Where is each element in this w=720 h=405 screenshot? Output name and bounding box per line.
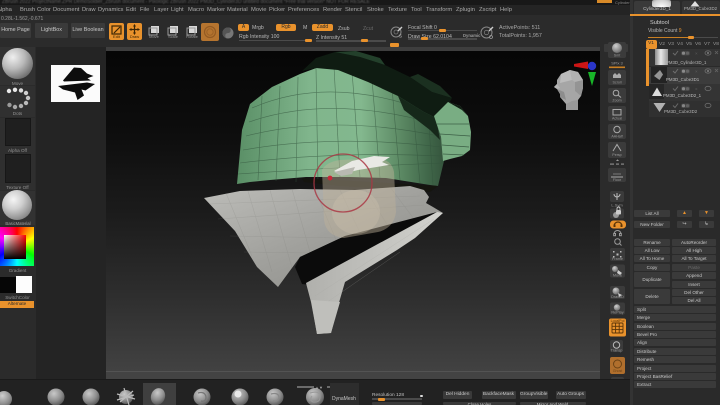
svg-text:Ghost: Ghost — [613, 369, 623, 373]
svg-text:Actual: Actual — [612, 117, 622, 121]
svg-text:Move: Move — [613, 273, 622, 277]
svg-text:Scroll: Scroll — [613, 81, 622, 85]
svg-text:×: × — [695, 51, 698, 56]
svg-text:AAHalf: AAHalf — [611, 135, 622, 139]
svg-text:Floor: Floor — [613, 178, 622, 182]
svg-text:Zoom: Zoom — [612, 99, 621, 103]
svg-text:S: S — [399, 34, 402, 39]
svg-text:DrawID: DrawID — [611, 295, 624, 299]
svg-text:Smt: Smt — [614, 54, 620, 58]
svg-text:×: × — [695, 69, 698, 74]
svg-text:Move: Move — [149, 34, 160, 39]
svg-text:LocalPol: LocalPol — [611, 319, 625, 323]
svg-text:RePlay: RePlay — [611, 310, 623, 314]
svg-text:Transp: Transp — [611, 349, 623, 353]
svg-text:L.Sym: L.Sym — [611, 203, 623, 208]
svg-text:Frame: Frame — [612, 257, 623, 261]
svg-text:SPix 3: SPix 3 — [611, 61, 623, 66]
svg-text:Scale: Scale — [168, 34, 179, 39]
svg-text:×: × — [695, 87, 698, 92]
svg-text:Persp: Persp — [612, 153, 621, 157]
svg-text:Rotate: Rotate — [186, 34, 199, 39]
